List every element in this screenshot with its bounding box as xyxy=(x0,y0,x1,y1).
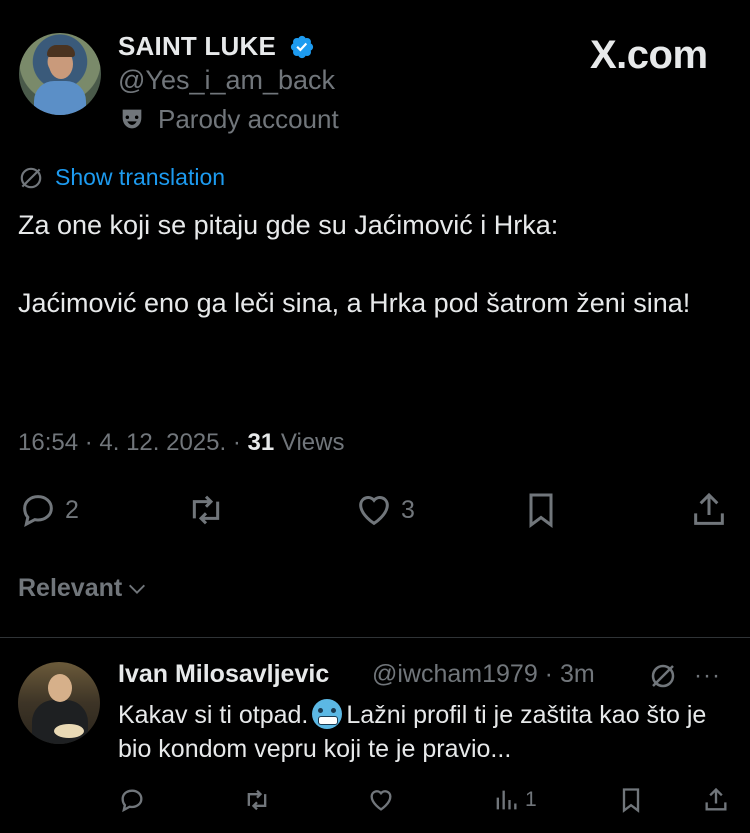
share-button[interactable] xyxy=(689,490,729,530)
reply-button[interactable]: 2 xyxy=(18,490,79,530)
heart-icon xyxy=(359,496,389,526)
reply-avatar[interactable] xyxy=(18,662,100,744)
sort-label: Relevant xyxy=(18,574,123,602)
translate-icon xyxy=(20,167,42,189)
parody-label: Parody account xyxy=(158,104,339,134)
theater-mask-icon xyxy=(122,109,142,129)
reply-repost-button[interactable] xyxy=(243,786,271,814)
cold-face-emoji-icon xyxy=(312,699,343,729)
views-count: 31 xyxy=(247,429,275,456)
x-logo: X.com xyxy=(590,33,708,77)
heart-icon xyxy=(370,790,392,811)
sort-dropdown[interactable]: Relevant xyxy=(18,574,148,603)
reply-reply-button[interactable] xyxy=(118,786,146,814)
author-handle[interactable]: @Yes_i_am_back xyxy=(118,65,335,96)
analytics-icon xyxy=(496,790,517,810)
views-label: Views xyxy=(280,429,345,456)
show-translation-link[interactable]: Show translation xyxy=(55,164,225,191)
share-icon xyxy=(694,492,724,525)
reply-text-part-1: Kakav si ti otpad. xyxy=(118,701,309,729)
reply-handle-time[interactable]: @iwcham1979 · 3m xyxy=(372,660,595,689)
reply-count: 2 xyxy=(65,495,79,524)
reply-author-name[interactable]: Ivan Milosavljevic xyxy=(118,660,329,689)
divider xyxy=(0,637,750,638)
repost-icon xyxy=(247,789,267,811)
reply-share-button[interactable] xyxy=(702,786,730,814)
author-avatar[interactable] xyxy=(19,33,101,115)
bookmark-icon xyxy=(622,788,640,813)
reply-icon xyxy=(121,789,143,813)
tweet-meta: 16:54 · 4. 12. 2025. · 31 Views xyxy=(18,429,344,457)
reply-views-count: 1 xyxy=(525,788,537,811)
grok-icon[interactable] xyxy=(648,661,678,691)
bookmark-button[interactable] xyxy=(521,490,561,530)
author-name[interactable]: SAINT LUKE xyxy=(118,31,276,62)
like-button[interactable]: 3 xyxy=(354,490,415,530)
reply-bookmark-button[interactable] xyxy=(617,786,645,814)
repost-button[interactable] xyxy=(186,490,226,530)
chevron-down-icon xyxy=(129,584,146,594)
like-count: 3 xyxy=(401,495,415,524)
reply-text: Kakav si ti otpad. Lažni profil ti je zaš… xyxy=(118,698,738,766)
more-options-button[interactable]: ··· xyxy=(694,662,721,690)
share-icon xyxy=(705,787,727,811)
repost-icon xyxy=(192,495,220,525)
bookmark-icon xyxy=(529,493,553,528)
reply-views-button[interactable]: 1 xyxy=(492,786,537,814)
verified-badge-icon xyxy=(290,35,314,59)
tweet-text: Za one koji se pitaju gde su Jaćimović i… xyxy=(18,210,691,318)
tweet-timestamp[interactable]: 16:54 · 4. 12. 2025. · xyxy=(18,429,248,456)
reply-like-button[interactable] xyxy=(367,786,395,814)
reply-icon xyxy=(23,495,53,528)
